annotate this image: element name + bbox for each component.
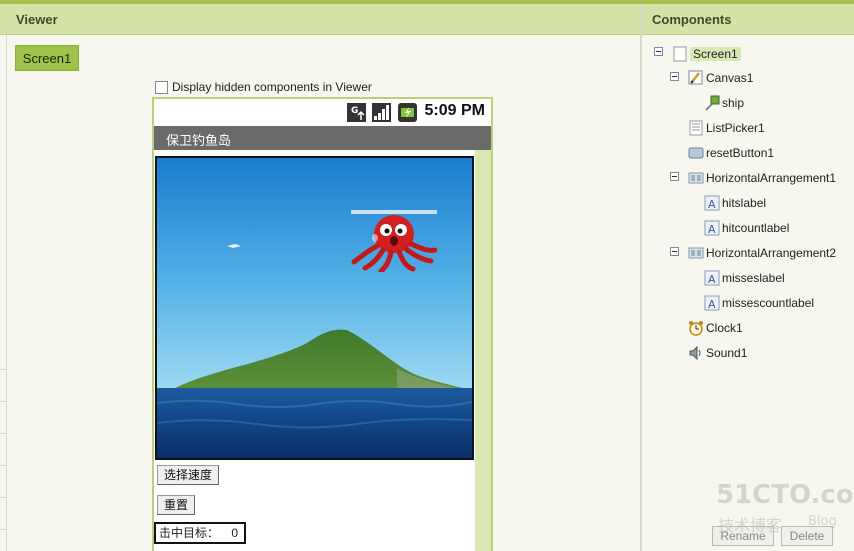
tree-item-listpicker1[interactable]: ListPicker1: [688, 118, 765, 138]
tree-item-hitcountlabel[interactable]: A hitcountlabel: [704, 218, 789, 238]
label-icon: A: [704, 270, 720, 286]
sound-icon: [689, 345, 701, 361]
phone-content: 选择速度 重置 击中目标： 0: [154, 150, 475, 551]
collapse-toggle-icon[interactable]: [654, 47, 663, 56]
horizontal-arrangement-icon: [688, 172, 704, 184]
tree-item-label: ListPicker1: [706, 121, 765, 135]
label-icon: A: [704, 295, 720, 311]
screen-tab[interactable]: Screen1: [15, 45, 79, 71]
tree-item-ship[interactable]: ship: [704, 93, 744, 113]
hits-label: 击中目标：: [159, 526, 220, 540]
tree-item-label: missescountlabel: [722, 296, 815, 310]
network-g-icon: G: [347, 103, 366, 122]
canvas1[interactable]: [155, 156, 474, 460]
tree-item-hitslabel[interactable]: A hitslabel: [704, 193, 766, 213]
tree-item-misseslabel[interactable]: A misseslabel: [704, 268, 785, 288]
tree-item-screen1[interactable]: Screen1: [672, 44, 741, 64]
svg-text:A: A: [708, 273, 716, 286]
horizontal-arrangement-icon: [688, 247, 704, 259]
phone-preview: G 5:09 PM 保卫钓鱼岛 选择速度 重置 击中目标： 0: [152, 97, 493, 551]
phone-status-bar: G 5:09 PM: [154, 99, 491, 126]
ship-sprite-octopus-icon[interactable]: [351, 210, 437, 272]
collapse-toggle-icon[interactable]: [670, 172, 679, 181]
tree-item-missescountlabel[interactable]: A missescountlabel: [704, 293, 814, 313]
tree-item-label: hitslabel: [722, 196, 767, 210]
svg-text:A: A: [708, 298, 716, 311]
battery-icon: [398, 103, 417, 122]
app-title-bar: 保卫钓鱼岛: [154, 126, 491, 150]
tree-item-horizontalarrangement1[interactable]: HorizontalArrangement1: [688, 168, 836, 188]
clock-icon: [689, 321, 703, 336]
viewer-title: Viewer: [16, 12, 58, 27]
canvas-icon: [688, 70, 703, 85]
viewer-header: Viewer: [0, 4, 640, 35]
display-hidden-label: Display hidden components in Viewer: [172, 80, 372, 94]
tree-item-clock1[interactable]: Clock1: [688, 318, 743, 338]
collapse-toggle-icon[interactable]: [670, 72, 679, 81]
display-hidden-checkbox[interactable]: [155, 80, 168, 94]
tree-item-label: Clock1: [706, 321, 743, 335]
tree-item-canvas1[interactable]: Canvas1: [688, 68, 753, 88]
svg-text:A: A: [708, 198, 716, 211]
collapse-toggle-icon[interactable]: [670, 247, 679, 256]
tree-item-label: hitcountlabel: [722, 221, 790, 235]
listpicker-speed-button[interactable]: 选择速度: [157, 465, 220, 485]
tree-item-label: Sound1: [706, 346, 748, 360]
svg-text:G: G: [351, 106, 358, 116]
label-icon: A: [704, 220, 720, 236]
tree-item-label: HorizontalArrangement2: [706, 246, 837, 260]
listpicker-icon: [689, 120, 703, 136]
button-icon: [688, 147, 704, 159]
status-time: 5:09 PM: [424, 102, 485, 119]
viewer-left-edge: [0, 35, 7, 551]
tree-item-label: resetButton1: [706, 146, 775, 160]
canvas-background: [157, 158, 472, 458]
tree-item-resetbutton1[interactable]: resetButton1: [688, 143, 774, 163]
svg-text:A: A: [708, 223, 716, 236]
signal-icon: [372, 103, 391, 122]
tree-item-horizontalarrangement2[interactable]: HorizontalArrangement2: [688, 243, 836, 263]
tree-item-sound1[interactable]: Sound1: [688, 343, 747, 363]
delete-button[interactable]: Delete: [781, 526, 833, 546]
components-panel: Screen1 Canvas1 ship ListPicker1 resetBu…: [642, 35, 854, 551]
reset-button[interactable]: 重置: [157, 495, 196, 515]
components-header: Components: [642, 4, 854, 35]
display-hidden-checkbox-row[interactable]: Display hidden components in Viewer: [155, 80, 372, 94]
hit-count-label: 0: [231, 526, 238, 540]
imagesprite-icon: [705, 95, 720, 111]
tree-item-label: misseslabel: [722, 271, 785, 285]
tree-item-label: ship: [722, 96, 745, 110]
app-title: 保卫钓鱼岛: [166, 133, 232, 148]
label-icon: A: [704, 195, 720, 211]
rename-button[interactable]: Rename: [712, 526, 774, 546]
components-title: Components: [652, 12, 732, 27]
tree-item-label: Canvas1: [706, 71, 754, 85]
tree-item-label: Screen1: [690, 47, 741, 61]
tree-item-label: HorizontalArrangement1: [706, 171, 837, 185]
screen-icon: [673, 46, 687, 62]
hits-arrangement: 击中目标： 0: [154, 522, 246, 544]
